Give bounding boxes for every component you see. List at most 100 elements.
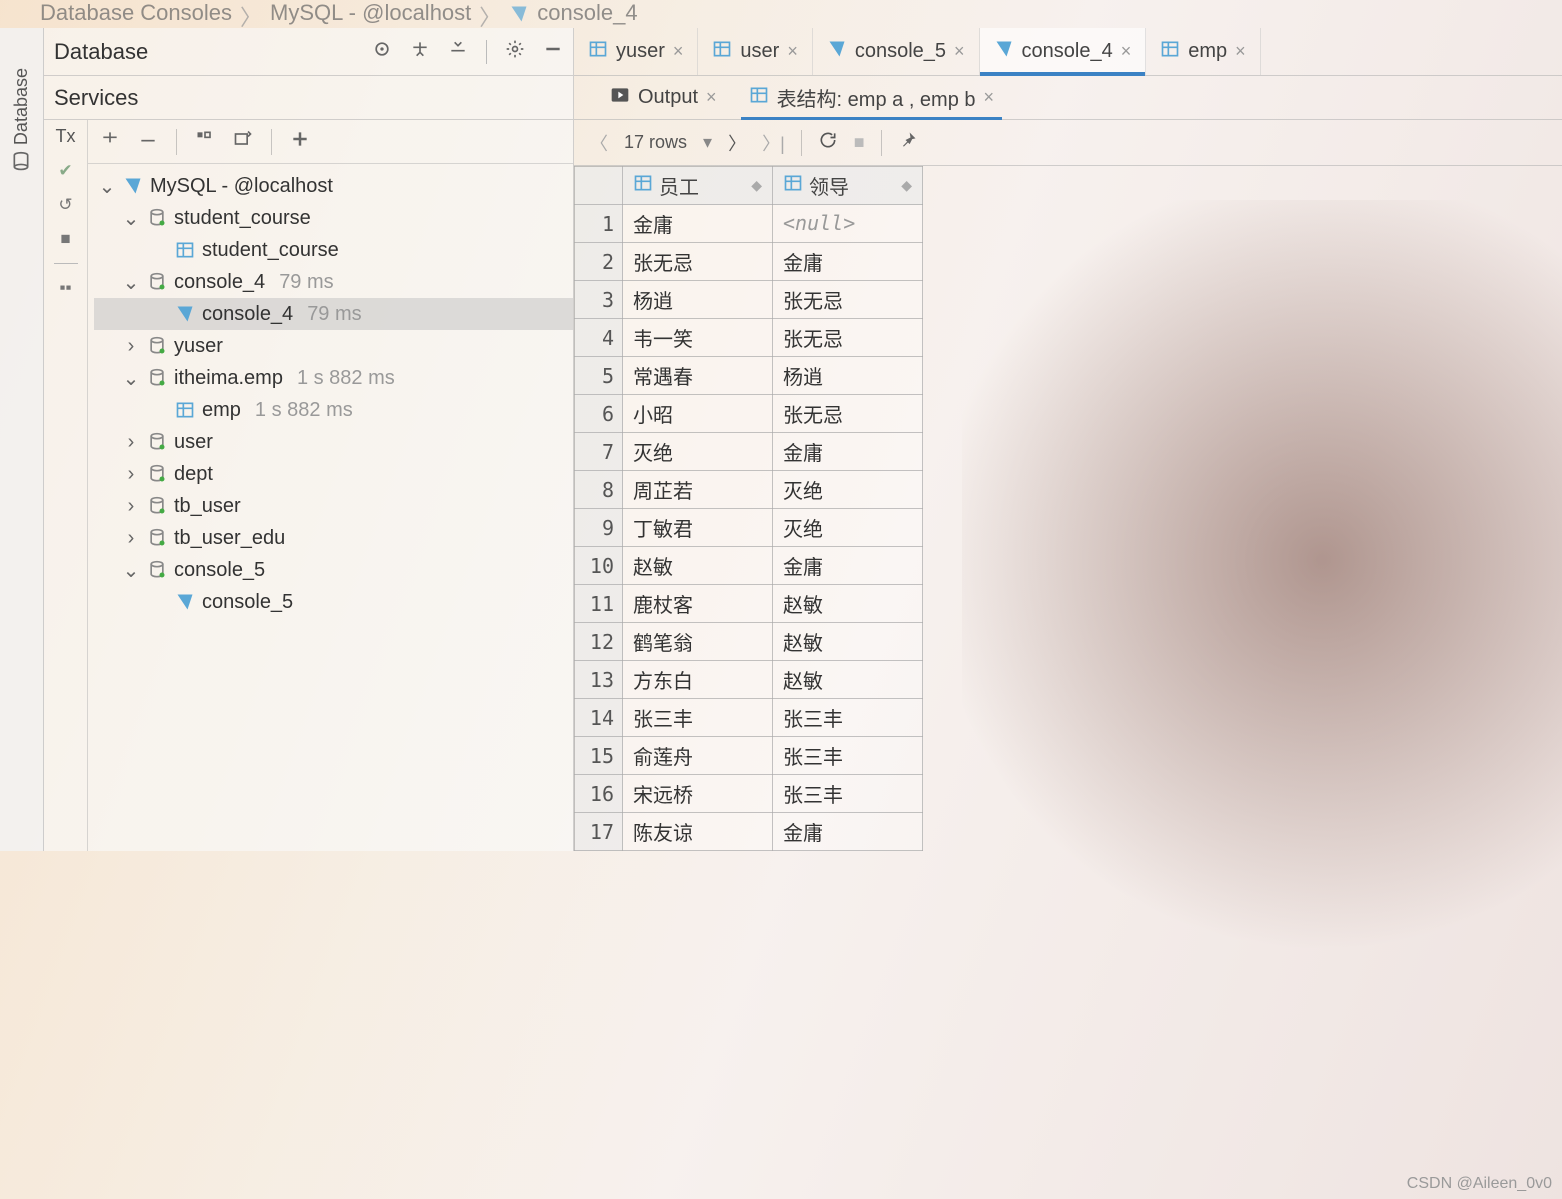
- target-icon[interactable]: [372, 39, 392, 64]
- row-number-cell[interactable]: 4: [575, 319, 623, 357]
- cell[interactable]: 张无忌: [623, 243, 773, 281]
- row-number-cell[interactable]: 11: [575, 585, 623, 623]
- cell[interactable]: <null>: [773, 205, 923, 243]
- pin-icon[interactable]: [898, 130, 918, 155]
- row-number-header[interactable]: [575, 167, 623, 205]
- cell[interactable]: 张三丰: [773, 699, 923, 737]
- cell[interactable]: 张三丰: [773, 737, 923, 775]
- cell[interactable]: 金庸: [773, 243, 923, 281]
- commit-check-icon[interactable]: ✔: [58, 161, 72, 181]
- table-row[interactable]: 16宋远桥张三丰: [575, 775, 923, 813]
- table-row[interactable]: 10赵敏金庸: [575, 547, 923, 585]
- minimize-icon[interactable]: [543, 39, 563, 64]
- reload-icon[interactable]: [818, 130, 838, 155]
- editor-tab[interactable]: console_5×: [813, 28, 980, 75]
- cell[interactable]: 金庸: [623, 205, 773, 243]
- row-number-cell[interactable]: 8: [575, 471, 623, 509]
- close-icon[interactable]: ×: [1121, 41, 1132, 62]
- close-icon[interactable]: ×: [1235, 41, 1246, 62]
- expand-all-icon[interactable]: [100, 129, 120, 154]
- row-number-cell[interactable]: 7: [575, 433, 623, 471]
- cell[interactable]: 小昭: [623, 395, 773, 433]
- table-row[interactable]: 17陈友谅金庸: [575, 813, 923, 851]
- cell[interactable]: 张三丰: [623, 699, 773, 737]
- database-tool-button[interactable]: Database: [11, 68, 32, 171]
- close-icon[interactable]: ×: [954, 41, 965, 62]
- close-icon[interactable]: ×: [673, 41, 684, 62]
- table-row[interactable]: 9丁敏君灭绝: [575, 509, 923, 547]
- prev-page-icon[interactable]: 〈: [590, 130, 608, 156]
- editor-tab[interactable]: yuser×: [574, 28, 698, 75]
- tree-node[interactable]: ⌄itheima.emp1 s 882 ms: [94, 362, 573, 394]
- tree-node[interactable]: ⌄console_5: [94, 554, 573, 586]
- tree-leaf[interactable]: console_479 ms: [94, 298, 573, 330]
- cell[interactable]: 金庸: [773, 433, 923, 471]
- collapse-all-icon[interactable]: [138, 129, 158, 154]
- cell[interactable]: 金庸: [773, 547, 923, 585]
- cell[interactable]: 杨逍: [623, 281, 773, 319]
- editor-tab[interactable]: emp×: [1146, 28, 1260, 75]
- result-tab[interactable]: Output×: [594, 76, 733, 119]
- cell[interactable]: 赵敏: [773, 585, 923, 623]
- table-row[interactable]: 15俞莲舟张三丰: [575, 737, 923, 775]
- row-number-cell[interactable]: 3: [575, 281, 623, 319]
- chevron-down-icon[interactable]: ▾: [703, 132, 712, 153]
- cell[interactable]: 赵敏: [773, 661, 923, 699]
- filter-icon[interactable]: [195, 129, 215, 154]
- rollback-icon[interactable]: ↺: [58, 195, 72, 215]
- cell[interactable]: 张无忌: [773, 319, 923, 357]
- row-number-cell[interactable]: 5: [575, 357, 623, 395]
- cell[interactable]: 金庸: [773, 813, 923, 851]
- row-number-cell[interactable]: 1: [575, 205, 623, 243]
- column-header[interactable]: 员工◆: [623, 167, 773, 205]
- stop-icon[interactable]: ■: [60, 229, 70, 249]
- table-row[interactable]: 13方东白赵敏: [575, 661, 923, 699]
- breadcrumb-item[interactable]: console_4: [537, 0, 637, 26]
- row-number-cell[interactable]: 15: [575, 737, 623, 775]
- tree-node[interactable]: ⌄student_course: [94, 202, 573, 234]
- table-row[interactable]: 1金庸<null>: [575, 205, 923, 243]
- result-tab[interactable]: 表结构: emp a , emp b×: [733, 76, 1010, 119]
- cell[interactable]: 周芷若: [623, 471, 773, 509]
- cell[interactable]: 张三丰: [773, 775, 923, 813]
- open-new-tab-icon[interactable]: [233, 129, 253, 154]
- service-tree[interactable]: ⌄MySQL - @localhost⌄student_coursestuden…: [88, 164, 573, 618]
- tx-label[interactable]: Tx: [56, 126, 76, 147]
- tree-leaf[interactable]: console_5: [94, 586, 573, 618]
- cell[interactable]: 杨逍: [773, 357, 923, 395]
- cell[interactable]: 丁敏君: [623, 509, 773, 547]
- tree-node[interactable]: ⌄console_479 ms: [94, 266, 573, 298]
- tree-node[interactable]: ›dept: [94, 458, 573, 490]
- editor-tab[interactable]: user×: [698, 28, 812, 75]
- table-row[interactable]: 4韦一笑张无忌: [575, 319, 923, 357]
- table-row[interactable]: 14张三丰张三丰: [575, 699, 923, 737]
- tree-node[interactable]: ›tb_user_edu: [94, 522, 573, 554]
- row-number-cell[interactable]: 13: [575, 661, 623, 699]
- cell[interactable]: 宋远桥: [623, 775, 773, 813]
- cell[interactable]: 张无忌: [773, 281, 923, 319]
- cell[interactable]: 陈友谅: [623, 813, 773, 851]
- table-row[interactable]: 6小昭张无忌: [575, 395, 923, 433]
- cell[interactable]: 灭绝: [773, 509, 923, 547]
- row-number-cell[interactable]: 17: [575, 813, 623, 851]
- cell[interactable]: 鹤笔翁: [623, 623, 773, 661]
- cell[interactable]: 张无忌: [773, 395, 923, 433]
- collapse-all-icon[interactable]: [448, 39, 468, 64]
- table-row[interactable]: 5常遇春杨逍: [575, 357, 923, 395]
- tree-leaf[interactable]: emp1 s 882 ms: [94, 394, 573, 426]
- tree-leaf[interactable]: student_course: [94, 234, 573, 266]
- row-number-cell[interactable]: 2: [575, 243, 623, 281]
- editor-tab[interactable]: console_4×: [980, 28, 1147, 75]
- tree-root[interactable]: ⌄MySQL - @localhost: [94, 170, 573, 202]
- row-number-cell[interactable]: 14: [575, 699, 623, 737]
- cell[interactable]: 方东白: [623, 661, 773, 699]
- breadcrumb-item[interactable]: Database Consoles: [40, 0, 232, 26]
- row-number-cell[interactable]: 16: [575, 775, 623, 813]
- cell[interactable]: 灭绝: [773, 471, 923, 509]
- layout-icon[interactable]: ▪▪: [59, 278, 71, 298]
- tree-node[interactable]: ›user: [94, 426, 573, 458]
- add-icon[interactable]: [290, 129, 310, 154]
- table-row[interactable]: 7灭绝金庸: [575, 433, 923, 471]
- last-page-icon[interactable]: 〉|: [762, 130, 785, 156]
- sort-icon[interactable]: ◆: [901, 177, 912, 194]
